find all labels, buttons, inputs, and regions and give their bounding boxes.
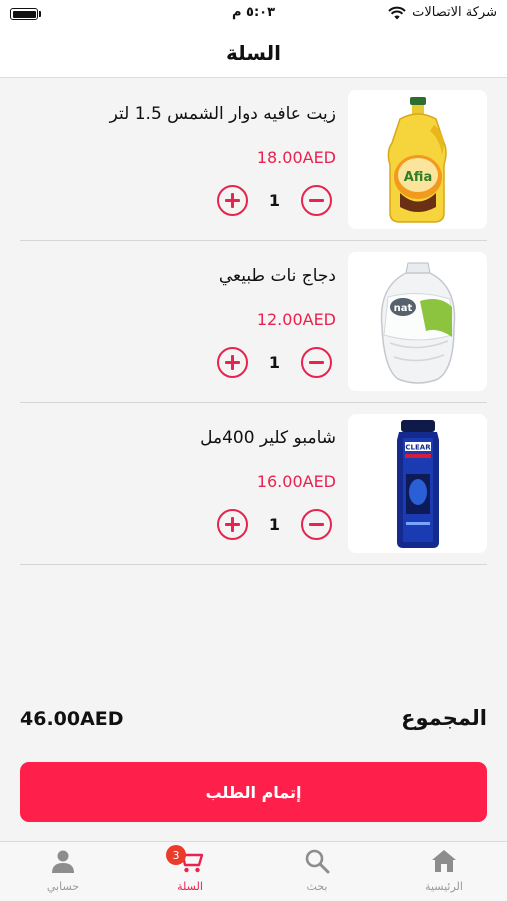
tab-label: الرئيسية bbox=[381, 880, 507, 893]
chicken-package-icon: nat bbox=[368, 257, 468, 387]
tab-label: السلة bbox=[127, 880, 253, 893]
total-row: المجموع 46.00AED bbox=[20, 704, 487, 738]
item-name: شامبو كلير 400مل bbox=[200, 428, 336, 448]
status-time: ٥:٠٣ م bbox=[232, 5, 275, 20]
cart-item: CLEAR شامبو كلير 400مل 16.00AED 1 bbox=[20, 403, 487, 565]
page-title: السلة bbox=[226, 41, 281, 65]
increase-quantity-button[interactable] bbox=[217, 347, 248, 378]
user-icon bbox=[50, 848, 76, 874]
tab-bar: حسابي 3 السلة بحث الرئيسية bbox=[0, 841, 507, 900]
search-icon bbox=[304, 848, 330, 874]
battery-tip bbox=[39, 11, 41, 17]
shampoo-bottle-icon: CLEAR bbox=[393, 418, 443, 550]
item-name: دجاج نات طبيعي bbox=[219, 266, 336, 286]
decrease-quantity-button[interactable] bbox=[301, 509, 332, 540]
cart-item: nat دجاج نات طبيعي 12.00AED 1 bbox=[20, 241, 487, 403]
product-logo-text: nat bbox=[393, 303, 412, 314]
wifi-icon bbox=[388, 6, 406, 20]
oil-bottle-icon: Afia bbox=[378, 95, 458, 225]
product-image[interactable]: CLEAR bbox=[348, 414, 487, 553]
cart-list: Afia زيت عافيه دوار الشمس 1.5 لتر 18.00A… bbox=[20, 79, 487, 565]
quantity-value: 1 bbox=[248, 515, 301, 534]
item-price: 16.00AED bbox=[257, 472, 336, 491]
carrier-name: شركة الاتصالات bbox=[412, 5, 497, 20]
quantity-value: 1 bbox=[248, 353, 301, 372]
increase-quantity-button[interactable] bbox=[217, 185, 248, 216]
tab-home[interactable]: الرئيسية bbox=[381, 842, 507, 901]
decrease-quantity-button[interactable] bbox=[301, 185, 332, 216]
battery-icon bbox=[10, 8, 38, 20]
increase-quantity-button[interactable] bbox=[217, 509, 248, 540]
nav-header: السلة bbox=[0, 28, 507, 78]
status-carrier: شركة الاتصالات bbox=[388, 5, 497, 20]
checkout-label: إتمام الطلب bbox=[205, 783, 301, 802]
item-name: زيت عافيه دوار الشمس 1.5 لتر bbox=[110, 104, 336, 124]
tab-label: بحث bbox=[254, 880, 380, 893]
total-label: المجموع bbox=[401, 706, 487, 730]
cart-item: Afia زيت عافيه دوار الشمس 1.5 لتر 18.00A… bbox=[20, 79, 487, 241]
item-price: 18.00AED bbox=[257, 148, 336, 167]
product-logo-text: Afia bbox=[403, 170, 431, 185]
tab-label: حسابي bbox=[0, 880, 126, 893]
checkout-button[interactable]: إتمام الطلب bbox=[20, 762, 487, 822]
status-bar: شركة الاتصالات ٥:٠٣ م bbox=[0, 0, 507, 28]
cart-badge: 3 bbox=[166, 845, 186, 865]
product-image[interactable]: Afia bbox=[348, 90, 487, 229]
product-image[interactable]: nat bbox=[348, 252, 487, 391]
home-icon bbox=[431, 848, 457, 874]
item-price: 12.00AED bbox=[257, 310, 336, 329]
product-logo-text: CLEAR bbox=[405, 443, 431, 451]
quantity-value: 1 bbox=[248, 191, 301, 210]
tab-cart[interactable]: 3 السلة bbox=[127, 842, 253, 901]
tab-search[interactable]: بحث bbox=[254, 842, 380, 901]
tab-account[interactable]: حسابي bbox=[0, 842, 126, 901]
total-value: 46.00AED bbox=[20, 708, 124, 730]
decrease-quantity-button[interactable] bbox=[301, 347, 332, 378]
